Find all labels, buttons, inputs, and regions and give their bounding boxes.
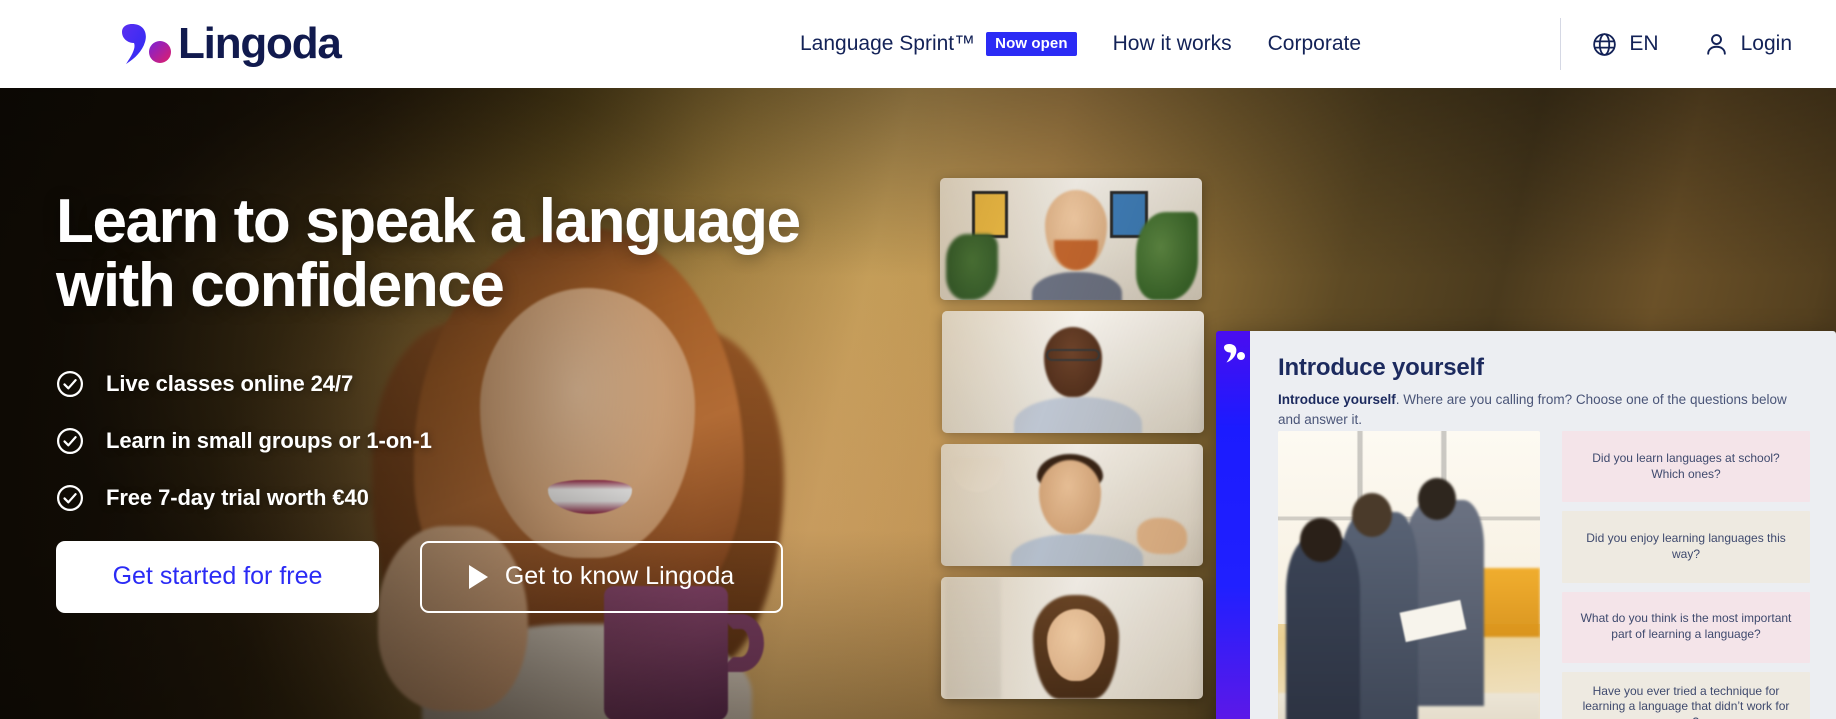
header-actions: EN Login bbox=[1546, 18, 1836, 70]
language-label: EN bbox=[1629, 32, 1659, 55]
hero-headline-line-1: Learn to speak a language bbox=[56, 187, 801, 256]
question-card-4[interactable]: Have you ever tried a technique for lear… bbox=[1562, 671, 1810, 719]
hero-benefits-list: Live classes online 24/7 Learn in small … bbox=[56, 370, 846, 512]
slide-brand-rail bbox=[1216, 331, 1250, 719]
nav-item-how-it-works[interactable]: How it works bbox=[1113, 32, 1232, 56]
slide-question-cards: Did you learn languages at school? Which… bbox=[1562, 431, 1810, 719]
question-card-3-text: What do you think is the most important … bbox=[1580, 611, 1792, 642]
benefit-item-1: Live classes online 24/7 bbox=[56, 370, 846, 398]
lingoda-comma-logo-icon bbox=[122, 24, 171, 64]
nav-label-language-sprint: Language Sprint™ bbox=[800, 32, 976, 55]
hero-section: Introduce yourself Introduce yourself. W… bbox=[0, 88, 1836, 719]
question-card-1[interactable]: Did you learn languages at school? Which… bbox=[1562, 431, 1810, 503]
slide-main-row: Did you learn languages at school? Which… bbox=[1278, 431, 1810, 719]
benefit-text-1: Live classes online 24/7 bbox=[106, 370, 354, 396]
get-to-know-lingoda-button[interactable]: Get to know Lingoda bbox=[420, 540, 783, 613]
nav-item-corporate[interactable]: Corporate bbox=[1268, 32, 1361, 56]
lingoda-wordmark: Lingoda bbox=[178, 19, 342, 68]
nav-label-how-it-works: How it works bbox=[1112, 32, 1232, 55]
get-started-button[interactable]: Get started for free bbox=[56, 540, 379, 613]
language-selector[interactable]: EN bbox=[1591, 31, 1659, 58]
slide-title: Introduce yourself bbox=[1278, 354, 1484, 381]
slide-classroom-photo bbox=[1278, 431, 1540, 719]
lingoda-homepage: Lingoda Language Sprint™ Now open How it… bbox=[0, 0, 1836, 719]
benefit-item-3: Free 7-day trial worth €40 bbox=[56, 484, 846, 512]
nav-label-corporate: Corporate bbox=[1267, 32, 1362, 55]
play-triangle-icon bbox=[468, 564, 488, 589]
question-card-2-text: Did you enjoy learning languages this wa… bbox=[1586, 531, 1786, 561]
lingoda-logo[interactable]: Lingoda bbox=[118, 19, 342, 68]
hero-headline-line-2: with confidence bbox=[56, 250, 505, 320]
main-navigation: Language Sprint™ Now open How it works C… bbox=[800, 32, 1361, 56]
lesson-slide-panel: Introduce yourself Introduce yourself. W… bbox=[1216, 331, 1836, 719]
site-header: Lingoda Language Sprint™ Now open How it… bbox=[0, 0, 1836, 88]
user-icon bbox=[1706, 33, 1726, 55]
lingoda-comma-logo-white-icon bbox=[1224, 344, 1245, 363]
login-label: Login bbox=[1740, 32, 1792, 55]
login-button[interactable]: Login bbox=[1703, 31, 1792, 58]
question-card-3[interactable]: What do you think is the most important … bbox=[1562, 591, 1810, 663]
benefit-text-2: Learn in small groups or 1-on-1 bbox=[106, 427, 432, 453]
nav-item-language-sprint[interactable]: Language Sprint™ Now open bbox=[800, 32, 1077, 56]
now-open-badge: Now open bbox=[986, 32, 1077, 56]
hero-headline: Learn to speak a language with confidenc… bbox=[56, 190, 846, 318]
video-call-tiles bbox=[940, 178, 1204, 708]
slide-content: Introduce yourself Introduce yourself. W… bbox=[1250, 331, 1836, 719]
participant-tile-4[interactable] bbox=[941, 577, 1203, 699]
participant-tile-1[interactable] bbox=[940, 178, 1202, 300]
check-circle-icon bbox=[56, 427, 84, 454]
slide-instructions: Introduce yourself. Where are you callin… bbox=[1278, 390, 1810, 428]
question-card-4-text: Have you ever tried a technique for lear… bbox=[1582, 683, 1790, 719]
check-circle-icon bbox=[56, 484, 84, 511]
slide-instructions-bold: Introduce yourself bbox=[1278, 392, 1396, 408]
header-divider bbox=[1560, 18, 1562, 70]
globe-icon bbox=[1593, 32, 1617, 56]
benefit-text-3: Free 7-day trial worth €40 bbox=[106, 484, 369, 510]
benefit-item-2: Learn in small groups or 1-on-1 bbox=[56, 427, 846, 455]
question-card-1-text: Did you learn languages at school? Which… bbox=[1592, 450, 1780, 481]
check-circle-icon bbox=[56, 370, 84, 397]
question-card-2[interactable]: Did you enjoy learning languages this wa… bbox=[1562, 511, 1810, 583]
participant-tile-2[interactable] bbox=[942, 311, 1204, 433]
hero-cta-row: Get started for free Get to know Lingoda bbox=[56, 540, 846, 613]
participant-tile-3[interactable] bbox=[941, 444, 1203, 566]
get-to-know-lingoda-label: Get to know Lingoda bbox=[504, 562, 735, 591]
hero-copy: Learn to speak a language with confidenc… bbox=[56, 88, 846, 613]
